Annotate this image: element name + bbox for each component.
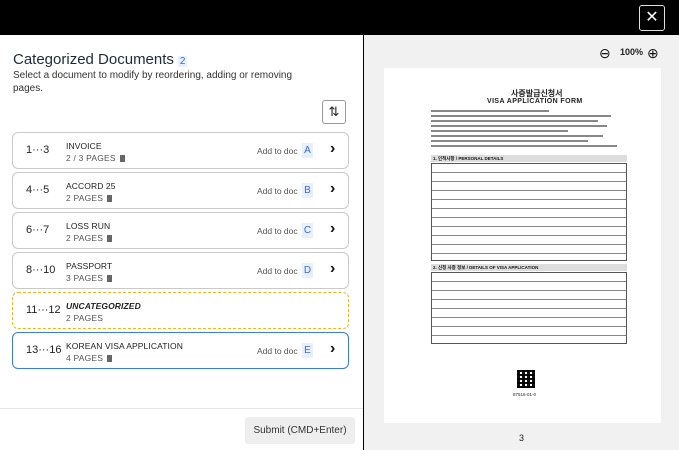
document-row-loss-run[interactable]: 6···7 LOSS RUN 2 PAGES Add to doc C › (12, 212, 349, 249)
doc-number: 87516-01-0 (513, 392, 537, 397)
close-button[interactable]: ✕ (639, 5, 665, 31)
chevron-right-icon[interactable]: › (330, 140, 335, 158)
zoom-in-icon[interactable]: ⊕ (647, 45, 659, 62)
add-to-doc-label[interactable]: Add to doc (257, 226, 298, 236)
add-to-doc-label[interactable]: Add to doc (257, 146, 298, 156)
page-count: 3 PAGES (66, 273, 113, 283)
doc-title: VISA APPLICATION FORM (487, 98, 583, 105)
document-row-accord-25[interactable]: 4···5 ACCORD 25 2 PAGES Add to doc B › (12, 172, 349, 209)
page-range: 11···12 (26, 304, 61, 316)
zoom-level: 100% (620, 47, 644, 57)
document-icon (119, 155, 125, 162)
doc-letter-badge[interactable]: E (302, 343, 313, 358)
chevron-right-icon[interactable]: › (330, 220, 335, 238)
page-count: 2 / 3 PAGES (66, 153, 125, 163)
doc-letter-badge[interactable]: B (302, 183, 313, 198)
document-icon (107, 195, 113, 202)
document-name: UNCATEGORIZED (66, 301, 141, 311)
doc-letter-badge[interactable]: D (302, 263, 313, 278)
preview-panel: ⊖ 100% ⊕ 사증발급신청서 VISA APPLICATION FORM 1… (364, 35, 679, 450)
document-name: INVOICE (66, 141, 102, 151)
doc-section-2: 2. 신청 사증 정보 / DETAILS OF VISA APPLICATIO… (431, 264, 627, 271)
doc-letter-badge[interactable]: A (302, 143, 313, 158)
page-range: 4···5 (26, 184, 50, 196)
document-name: PASSPORT (66, 261, 113, 271)
submit-button[interactable]: Submit (CMD+Enter) (245, 417, 355, 444)
add-to-doc-label[interactable]: Add to doc (257, 346, 298, 356)
page-preview[interactable]: 사증발급신청서 VISA APPLICATION FORM 1. 인적사항 / … (384, 68, 661, 423)
chevron-right-icon[interactable]: › (330, 340, 335, 358)
document-thumbnail: 사증발급신청서 VISA APPLICATION FORM 1. 인적사항 / … (431, 80, 627, 414)
panel-subtitle: Select a document to modify by reorderin… (13, 70, 293, 94)
document-name: ACCORD 25 (66, 181, 116, 191)
categorized-documents-panel: Categorized Documents 2 Select a documen… (0, 35, 363, 450)
document-row-passport[interactable]: 8···10 PASSPORT 3 PAGES Add to doc D › (12, 252, 349, 289)
page-count: 2 PAGES (66, 233, 113, 243)
page-range: 6···7 (26, 224, 50, 236)
page-range: 1···3 (26, 144, 50, 156)
page-range: 13···16 (26, 344, 62, 356)
doc-instructions (431, 110, 627, 150)
chevron-right-icon[interactable]: › (330, 180, 335, 198)
zoom-out-icon[interactable]: ⊖ (599, 45, 611, 62)
document-count-badge: 2 (177, 56, 188, 67)
document-name: KOREAN VISA APPLICATION (66, 341, 183, 351)
document-icon (107, 355, 113, 362)
footer-divider (0, 408, 363, 409)
page-number: 3 (519, 433, 525, 443)
close-icon: ✕ (645, 9, 659, 26)
page-count: 2 PAGES (66, 193, 113, 203)
qr-code (517, 370, 535, 388)
add-to-doc-label[interactable]: Add to doc (257, 186, 298, 196)
document-icon (107, 275, 113, 282)
document-row-invoice[interactable]: 1···3 INVOICE 2 / 3 PAGES Add to doc A › (12, 132, 349, 169)
chevron-right-icon[interactable]: › (330, 260, 335, 278)
document-row-korean-visa-application[interactable]: 13···16 KOREAN VISA APPLICATION 4 PAGES … (12, 332, 349, 369)
add-to-doc-label[interactable]: Add to doc (257, 266, 298, 276)
sort-list-icon: ⇅ (328, 104, 340, 119)
top-bar: ✕ (0, 0, 679, 35)
page-count: 4 PAGES (66, 353, 113, 363)
doc-visa-grid (431, 272, 627, 344)
doc-section-1: 1. 인적사항 / PERSONAL DETAILS (431, 155, 627, 162)
sort-button[interactable]: ⇅ (322, 100, 346, 124)
page-range: 8···10 (26, 264, 56, 276)
panel-title: Categorized Documents (13, 51, 174, 68)
document-row-uncategorized[interactable]: 11···12 UNCATEGORIZED 2 PAGES (12, 292, 349, 329)
document-name: LOSS RUN (66, 221, 111, 231)
doc-letter-badge[interactable]: C (302, 223, 313, 238)
doc-personal-grid (431, 163, 627, 261)
document-icon (107, 235, 113, 242)
page-count: 2 PAGES (66, 313, 104, 323)
